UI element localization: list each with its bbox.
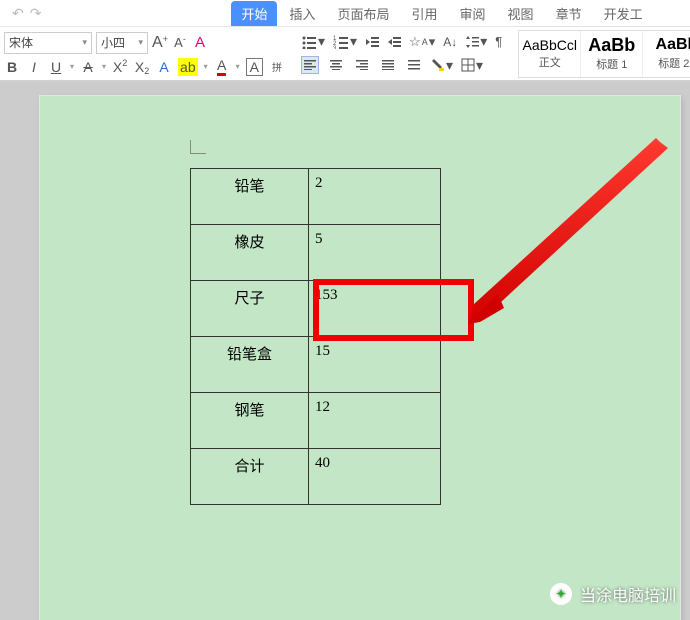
align-right-button[interactable] (353, 56, 371, 74)
chevron-down-icon: ▾ (82, 37, 87, 48)
chevron-down-icon: ▾ (70, 62, 74, 71)
font-color-button[interactable]: A (214, 58, 230, 76)
numbering-button[interactable]: 123▾ (333, 33, 357, 50)
ribbon: 宋体 ▾ 小四 ▾ A+ A- A B I U ▾ A ▾ X2 X2 A ab ▾ A ▾… (0, 26, 690, 82)
table-row[interactable]: 钢笔12 (191, 393, 441, 449)
cell-value[interactable]: 15 (309, 337, 441, 393)
align-justify-button[interactable] (379, 56, 397, 74)
chevron-down-icon: ▾ (204, 62, 208, 71)
tab-review[interactable]: 审阅 (450, 1, 496, 26)
borders-button[interactable]: ▾ (461, 57, 483, 74)
cell-value[interactable]: 40 (309, 449, 441, 505)
tab-view[interactable]: 视图 (498, 1, 544, 26)
highlight-button[interactable]: ab (178, 58, 198, 76)
shading-button[interactable]: ▾ (431, 57, 453, 74)
shrink-font-button[interactable]: A- (172, 34, 188, 52)
page[interactable]: 铅笔2 橡皮5 尺子153 铅笔盒15 钢笔12 合计40 (40, 96, 680, 620)
grow-font-button[interactable]: A+ (152, 34, 168, 52)
font-name-select[interactable]: 宋体 ▾ (4, 32, 92, 54)
text-direction-button[interactable]: ☆A▾ (409, 34, 435, 50)
clear-format-button[interactable]: A (192, 34, 208, 52)
increase-indent-button[interactable] (387, 35, 401, 49)
bold-button[interactable]: B (4, 58, 20, 76)
annotation-arrow-icon (460, 136, 670, 326)
font-name-value: 宋体 (9, 34, 33, 51)
tab-layout[interactable]: 页面布局 (328, 1, 400, 26)
cell-name[interactable]: 合计 (191, 449, 309, 505)
style-label: 标题 1 (596, 56, 627, 72)
svg-text:3: 3 (333, 46, 337, 49)
style-heading1[interactable]: AaBb 标题 1 (581, 31, 643, 77)
underline-button[interactable]: U (48, 58, 64, 76)
sort-button[interactable]: A↓ (443, 35, 457, 49)
cell-name[interactable]: 钢笔 (191, 393, 309, 449)
table-row[interactable]: 合计40 (191, 449, 441, 505)
menu-tabs: ↶ ↷ 开始 插入 页面布局 引用 审阅 视图 章节 开发工 (0, 0, 690, 26)
cell-name[interactable]: 尺子 (191, 281, 309, 337)
style-label: 标题 2 (658, 55, 689, 71)
cell-value[interactable]: 5 (309, 225, 441, 281)
redo-icon[interactable]: ↷ (30, 5, 42, 22)
phonetic-button[interactable]: 拼 (269, 58, 285, 76)
cell-name[interactable]: 铅笔盒 (191, 337, 309, 393)
history-controls: ↶ ↷ (6, 5, 47, 22)
styles-gallery: AaBbCcl 正文 AaBb 标题 1 AaBl 标题 2 (518, 30, 690, 78)
table-row[interactable]: 铅笔盒15 (191, 337, 441, 393)
paragraph-group: ▾ 123▾ ☆A▾ A↓ ▾ ¶ ▾ ▾ (301, 33, 502, 74)
style-preview: AaBl (656, 37, 690, 53)
font-group: 宋体 ▾ 小四 ▾ A+ A- A B I U ▾ A ▾ X2 X2 A ab ▾ A ▾… (4, 32, 285, 76)
subscript-button[interactable]: X2 (134, 58, 150, 76)
chevron-down-icon: ▾ (102, 62, 106, 71)
table-row[interactable]: 铅笔2 (191, 169, 441, 225)
undo-icon[interactable]: ↶ (12, 5, 24, 22)
chevron-down-icon: ▾ (138, 37, 143, 48)
tab-insert[interactable]: 插入 (279, 1, 325, 26)
line-spacing-button[interactable]: ▾ (465, 33, 487, 50)
align-distribute-button[interactable] (405, 56, 423, 74)
show-marks-button[interactable]: ¶ (495, 34, 502, 49)
data-table[interactable]: 铅笔2 橡皮5 尺子153 铅笔盒15 钢笔12 合计40 (190, 168, 441, 505)
cell-name[interactable]: 橡皮 (191, 225, 309, 281)
tab-dev[interactable]: 开发工 (594, 1, 653, 26)
wechat-icon: ✦ (550, 583, 572, 605)
italic-button[interactable]: I (26, 58, 42, 76)
font-size-select[interactable]: 小四 ▾ (96, 32, 148, 54)
watermark: ✦ 当涂电脑培训 (550, 582, 676, 606)
align-left-button[interactable] (301, 56, 319, 74)
chevron-down-icon: ▾ (236, 62, 240, 71)
table-row[interactable]: 尺子153 (191, 281, 441, 337)
cell-name[interactable]: 铅笔 (191, 169, 309, 225)
tab-section[interactable]: 章节 (546, 1, 592, 26)
cell-value[interactable]: 2 (309, 169, 441, 225)
watermark-text: 当涂电脑培训 (580, 582, 676, 606)
page-corner-mark (190, 140, 206, 154)
cell-value[interactable]: 153 (309, 281, 441, 337)
strikethrough-button[interactable]: A (80, 58, 96, 76)
superscript-button[interactable]: X2 (112, 58, 128, 76)
style-preview: AaBbCcl (523, 38, 577, 52)
tab-references[interactable]: 引用 (402, 1, 448, 26)
style-label: 正文 (539, 54, 561, 70)
align-center-button[interactable] (327, 56, 345, 74)
style-preview: AaBb (588, 36, 635, 54)
bullets-button[interactable]: ▾ (301, 33, 325, 50)
tab-start[interactable]: 开始 (231, 1, 277, 26)
text-effect-button[interactable]: A (156, 58, 172, 76)
document-viewport: 铅笔2 橡皮5 尺子153 铅笔盒15 钢笔12 合计40 (0, 82, 690, 620)
char-border-button[interactable]: A (246, 58, 263, 76)
style-normal[interactable]: AaBbCcl 正文 (519, 31, 581, 77)
style-heading2[interactable]: AaBl 标题 2 (643, 31, 690, 77)
font-size-value: 小四 (101, 34, 125, 51)
decrease-indent-button[interactable] (365, 35, 379, 49)
cell-value[interactable]: 12 (309, 393, 441, 449)
table-row[interactable]: 橡皮5 (191, 225, 441, 281)
